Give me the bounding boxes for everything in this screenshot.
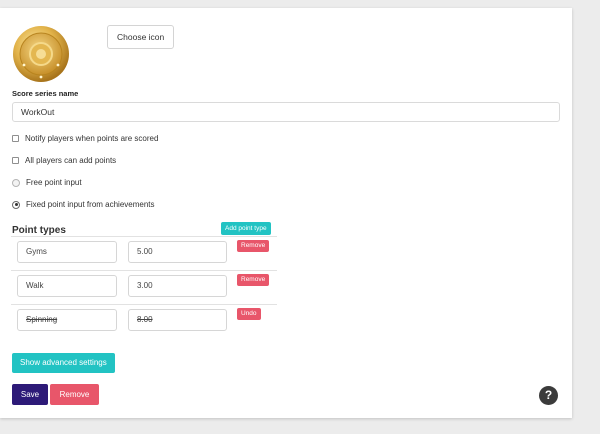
point-type-value-input[interactable]: 5.00: [128, 241, 227, 263]
all-players-checkbox[interactable]: [12, 157, 19, 164]
point-type-row: Spinning 8.00 Undo: [11, 304, 277, 337]
remove-button[interactable]: Remove: [50, 384, 99, 405]
point-type-row: Gyms 5.00 Remove: [11, 236, 277, 269]
free-input-label: Free point input: [26, 178, 82, 187]
undo-point-type-button[interactable]: Undo: [237, 308, 261, 320]
notify-checkbox[interactable]: [12, 135, 19, 142]
notify-option[interactable]: Notify players when points are scored: [12, 134, 158, 143]
score-series-form: Choose icon Score series name WorkOut No…: [0, 8, 572, 418]
help-icon[interactable]: ?: [539, 386, 558, 405]
fixed-input-label: Fixed point input from achievements: [26, 200, 155, 209]
point-type-value-input[interactable]: 3.00: [128, 275, 227, 297]
choose-icon-button[interactable]: Choose icon: [107, 25, 175, 49]
free-input-radio[interactable]: [12, 178, 20, 187]
point-type-value-input[interactable]: 8.00: [128, 309, 227, 331]
add-point-type-button[interactable]: Add point type: [221, 222, 271, 235]
series-name-label: Score series name: [12, 89, 79, 98]
remove-point-type-button[interactable]: Remove: [237, 274, 270, 286]
point-type-name-input[interactable]: Walk: [17, 275, 117, 297]
point-type-name-input[interactable]: Gyms: [17, 241, 117, 263]
fixed-input-radio[interactable]: [12, 200, 20, 209]
all-players-label: All players can add points: [25, 156, 117, 165]
series-name-input[interactable]: WorkOut: [12, 102, 560, 122]
all-players-option[interactable]: All players can add points: [12, 156, 116, 165]
notify-label: Notify players when points are scored: [25, 134, 159, 143]
remove-point-type-button[interactable]: Remove: [237, 240, 270, 252]
point-type-row: Walk 3.00 Remove: [11, 270, 277, 303]
gold-coin-icon: [13, 26, 69, 82]
show-advanced-settings-button[interactable]: Show advanced settings: [12, 353, 115, 373]
point-types-heading: Point types: [12, 225, 66, 236]
point-type-name-input[interactable]: Spinning: [17, 309, 117, 331]
save-button[interactable]: Save: [12, 384, 48, 405]
fixed-input-option[interactable]: Fixed point input from achievements: [12, 200, 155, 209]
free-input-option[interactable]: Free point input: [12, 178, 82, 187]
